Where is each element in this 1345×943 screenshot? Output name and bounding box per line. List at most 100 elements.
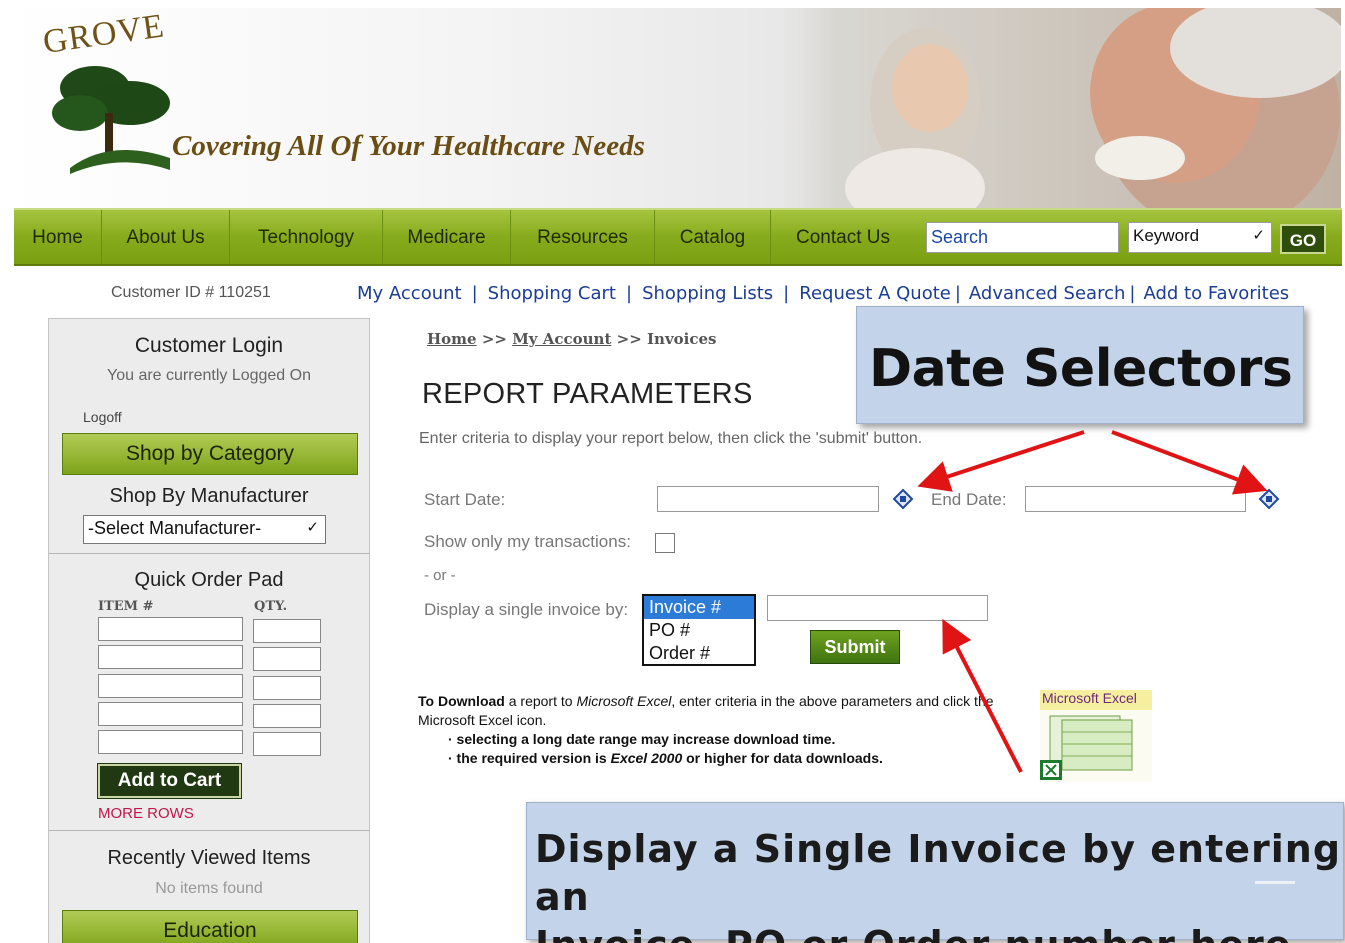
- show-only-checkbox[interactable]: [655, 533, 675, 553]
- qty-input[interactable]: [253, 732, 321, 756]
- go-button[interactable]: GO: [1280, 224, 1326, 254]
- download-bullet: · selecting a long date range may increa…: [448, 731, 836, 747]
- breadcrumb-my-account[interactable]: My Account: [512, 330, 611, 348]
- single-invoice-callout-text: Display a Single Invoice by entering an …: [535, 825, 1343, 943]
- single-invoice-callout: Display a Single Invoice by entering an …: [526, 802, 1344, 943]
- option-po[interactable]: PO #: [644, 619, 754, 642]
- item-input[interactable]: [98, 674, 243, 698]
- item-input[interactable]: [98, 617, 243, 641]
- start-date-label: Start Date:: [424, 490, 506, 509]
- arrow-to-end-calendar: [1111, 430, 1268, 495]
- qty-input[interactable]: [253, 676, 321, 700]
- download-bullet: · the required version is Excel 2000 or …: [418, 749, 1028, 768]
- recently-viewed-title: Recently Viewed Items: [107, 847, 311, 869]
- item-column-header: ITEM #: [98, 599, 154, 614]
- logo-wordmark: GROVE: [40, 8, 167, 62]
- excel-label[interactable]: Microsoft Excel: [1040, 690, 1152, 710]
- link-add-favorites[interactable]: Add to Favorites: [1143, 283, 1289, 304]
- chevron-down-icon: ✓: [1252, 227, 1265, 244]
- link-shopping-lists[interactable]: Shopping Lists: [642, 283, 773, 304]
- shop-by-category-button[interactable]: Shop by Category: [62, 433, 358, 475]
- link-shopping-cart[interactable]: Shopping Cart: [488, 283, 616, 304]
- breadcrumb-separator: >>: [616, 330, 642, 348]
- item-input[interactable]: [98, 730, 243, 754]
- logoff-link[interactable]: Logoff: [83, 409, 122, 425]
- login-status: You are currently Logged On: [107, 367, 311, 384]
- calendar-icon[interactable]: [1258, 488, 1280, 510]
- separator: |: [471, 283, 478, 304]
- shop-by-manufacturer-title: Shop By Manufacturer: [109, 485, 309, 507]
- nav-about-us[interactable]: About Us: [102, 210, 230, 264]
- arrow-to-start-calendar: [917, 430, 1085, 492]
- link-advanced-search[interactable]: Advanced Search: [969, 283, 1125, 304]
- nav-home[interactable]: Home: [14, 210, 102, 264]
- download-instructions: To Download a report to Microsoft Excel,…: [418, 692, 1028, 768]
- bullet-2-pre: · the required version is: [448, 750, 611, 766]
- chevron-down-icon: ✓: [306, 519, 319, 536]
- qty-column-header: QTY.: [254, 599, 288, 614]
- manufacturer-select-value: -Select Manufacturer-: [88, 518, 262, 538]
- divider: [49, 830, 369, 831]
- customer-id: Customer ID # 110251: [111, 284, 271, 301]
- download-bold: To Download: [418, 693, 505, 709]
- callout-line-1: Display a Single Invoice by entering an: [535, 827, 1342, 919]
- breadcrumb-separator: >>: [481, 330, 507, 348]
- qty-input[interactable]: [253, 647, 321, 671]
- sidebar: Customer Login You are currently Logged …: [48, 318, 370, 943]
- page-title: REPORT PARAMETERS: [422, 378, 753, 410]
- nav-medicare[interactable]: Medicare: [383, 210, 511, 264]
- item-input[interactable]: [98, 645, 243, 669]
- education-button[interactable]: Education: [62, 910, 358, 943]
- more-rows-link[interactable]: MORE ROWS: [98, 805, 194, 822]
- bullet-2-post: or higher for data downloads.: [682, 750, 883, 766]
- qty-input[interactable]: [253, 704, 321, 728]
- separator: |: [783, 283, 790, 304]
- add-to-cart-button[interactable]: Add to Cart: [97, 763, 242, 799]
- recently-viewed-empty: No items found: [155, 880, 263, 897]
- submit-button[interactable]: Submit: [810, 630, 900, 664]
- invoice-number-input[interactable]: [767, 595, 988, 621]
- option-invoice[interactable]: Invoice #: [644, 596, 754, 619]
- separator: |: [954, 283, 961, 304]
- customer-login-title: Customer Login: [134, 334, 284, 357]
- breadcrumb-current: Invoices: [647, 330, 717, 348]
- link-request-quote[interactable]: Request A Quote: [799, 283, 951, 304]
- account-links: My Account | Shopping Cart | Shopping Lists |…: [357, 283, 1289, 304]
- item-input[interactable]: [98, 702, 243, 726]
- callout-line-2: Invoice, PO or Order number here.: [535, 921, 1343, 943]
- bullet-2-em: Excel 2000: [610, 750, 683, 766]
- decorative-dash: [1255, 881, 1295, 884]
- download-paragraph: To Download a report to Microsoft Excel,…: [418, 692, 1028, 730]
- divider: [49, 553, 369, 554]
- header-photo: [845, 8, 1341, 208]
- nav-catalog[interactable]: Catalog: [655, 210, 771, 264]
- download-excel-name: Microsoft Excel: [576, 693, 672, 709]
- nav-contact-us[interactable]: Contact Us: [771, 210, 915, 264]
- end-date-input[interactable]: [1025, 486, 1246, 512]
- option-order[interactable]: Order #: [644, 642, 754, 665]
- breadcrumb: Home >> My Account >> Invoices: [427, 330, 716, 348]
- manufacturer-select[interactable]: -Select Manufacturer- ✓: [83, 515, 326, 544]
- date-selectors-callout: Date Selectors: [856, 306, 1304, 424]
- invoice-type-list[interactable]: Invoice # PO # Order #: [642, 594, 756, 666]
- show-only-label: Show only my transactions:: [424, 532, 631, 551]
- site-header: GROVE Covering All Of Your Healthcare Ne…: [10, 8, 1341, 208]
- link-my-account[interactable]: My Account: [357, 283, 462, 304]
- single-invoice-label: Display a single invoice by:: [424, 600, 629, 619]
- end-date-label: End Date:: [931, 490, 1007, 509]
- separator: |: [1129, 283, 1136, 304]
- download-text-1: a report to: [504, 693, 577, 709]
- breadcrumb-home[interactable]: Home: [427, 330, 477, 348]
- separator: |: [625, 283, 633, 304]
- nav-resources[interactable]: Resources: [511, 210, 655, 264]
- calendar-icon[interactable]: [892, 488, 914, 510]
- tagline: Covering All Of Your Healthcare Needs: [172, 130, 645, 162]
- nav-technology[interactable]: Technology: [230, 210, 383, 264]
- tree-logo-icon: [52, 66, 170, 174]
- quick-order-title: Quick Order Pad: [134, 569, 284, 591]
- qty-input[interactable]: [253, 619, 321, 643]
- search-type-select[interactable]: Keyword ✓: [1128, 222, 1272, 253]
- or-label: - or -: [424, 567, 456, 584]
- search-input[interactable]: [926, 222, 1119, 253]
- start-date-input[interactable]: [657, 486, 879, 512]
